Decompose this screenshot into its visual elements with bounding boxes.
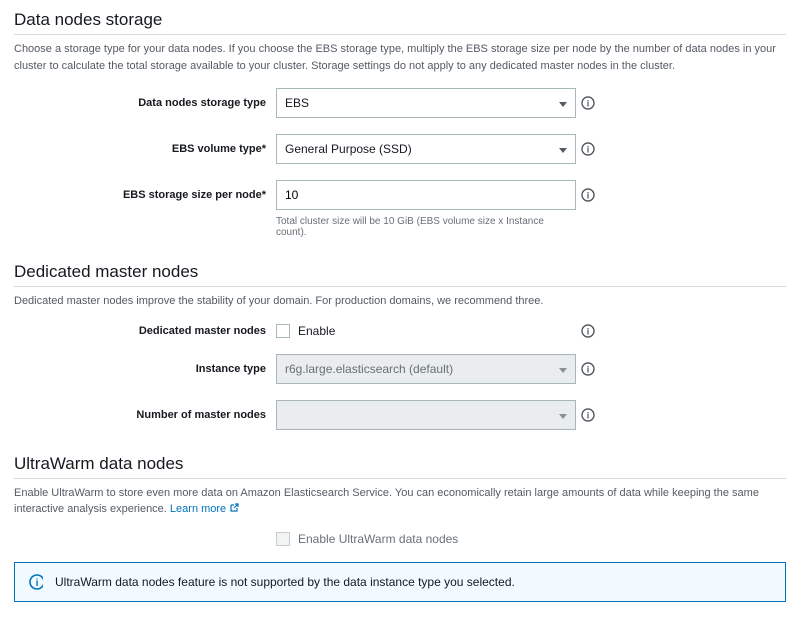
checkbox-label: Enable: [298, 324, 335, 338]
section-title: Dedicated master nodes: [14, 262, 786, 286]
svg-text:i: i: [36, 578, 39, 589]
svg-text:i: i: [587, 145, 590, 155]
section-title: Data nodes storage: [14, 10, 786, 34]
learn-more-link[interactable]: Learn more: [170, 503, 239, 515]
field-label: Instance type: [14, 363, 276, 375]
svg-text:i: i: [587, 410, 590, 420]
storage-type-select[interactable]: EBS: [276, 88, 576, 118]
info-icon[interactable]: i: [581, 96, 595, 110]
select-value: r6g.large.elasticsearch (default): [285, 362, 453, 376]
info-icon[interactable]: i: [581, 324, 595, 338]
section-data-nodes-storage: Data nodes storage Choose a storage type…: [14, 10, 786, 238]
divider: [14, 34, 786, 35]
ultrawarm-enable-checkbox: Enable UltraWarm data nodes: [276, 532, 458, 546]
section-description: Dedicated master nodes improve the stabi…: [14, 293, 786, 310]
info-icon: i: [29, 575, 43, 589]
ultrawarm-alert: i UltraWarm data nodes feature is not su…: [14, 562, 786, 602]
section-ultrawarm: UltraWarm data nodes Enable UltraWarm to…: [14, 454, 786, 602]
chevron-down-icon: [559, 142, 567, 156]
checkbox-icon: [276, 532, 290, 546]
info-icon[interactable]: i: [581, 142, 595, 156]
section-description: Enable UltraWarm to store even more data…: [14, 485, 786, 518]
field-label: EBS volume type*: [14, 143, 276, 155]
info-icon[interactable]: i: [581, 408, 595, 422]
field-volume-type: EBS volume type* General Purpose (SSD) i: [14, 134, 786, 164]
field-storage-type: Data nodes storage type EBS i: [14, 88, 786, 118]
storage-size-note: Total cluster size will be 10 GiB (EBS v…: [276, 216, 576, 238]
info-icon[interactable]: i: [581, 362, 595, 376]
field-instance-type: Instance type r6g.large.elasticsearch (d…: [14, 354, 786, 384]
checkbox-label: Enable UltraWarm data nodes: [298, 532, 458, 546]
field-master-enable: Dedicated master nodes Enable i: [14, 324, 786, 338]
master-count-select: [276, 400, 576, 430]
field-master-count: Number of master nodes i: [14, 400, 786, 430]
svg-text:i: i: [587, 326, 590, 336]
chevron-down-icon: [559, 362, 567, 376]
volume-type-select[interactable]: General Purpose (SSD): [276, 134, 576, 164]
section-title: UltraWarm data nodes: [14, 454, 786, 478]
alert-text: UltraWarm data nodes feature is not supp…: [55, 575, 515, 589]
divider: [14, 286, 786, 287]
svg-text:i: i: [587, 191, 590, 201]
chevron-down-icon: [559, 96, 567, 110]
external-link-icon: [229, 502, 239, 512]
select-value: General Purpose (SSD): [285, 142, 412, 156]
checkbox-icon: [276, 324, 290, 338]
info-icon[interactable]: i: [581, 188, 595, 202]
storage-size-input[interactable]: [276, 180, 576, 210]
chevron-down-icon: [559, 408, 567, 422]
instance-type-select: r6g.large.elasticsearch (default): [276, 354, 576, 384]
section-description: Choose a storage type for your data node…: [14, 41, 786, 74]
select-value: EBS: [285, 96, 309, 110]
field-label: EBS storage size per node*: [14, 189, 276, 201]
field-label: Number of master nodes: [14, 409, 276, 421]
master-enable-checkbox[interactable]: Enable: [276, 324, 335, 338]
field-storage-size: EBS storage size per node* i: [14, 180, 786, 210]
section-dedicated-master-nodes: Dedicated master nodes Dedicated master …: [14, 262, 786, 430]
svg-text:i: i: [587, 99, 590, 109]
svg-text:i: i: [587, 364, 590, 374]
divider: [14, 478, 786, 479]
field-label: Dedicated master nodes: [14, 325, 276, 337]
field-label: Data nodes storage type: [14, 97, 276, 109]
